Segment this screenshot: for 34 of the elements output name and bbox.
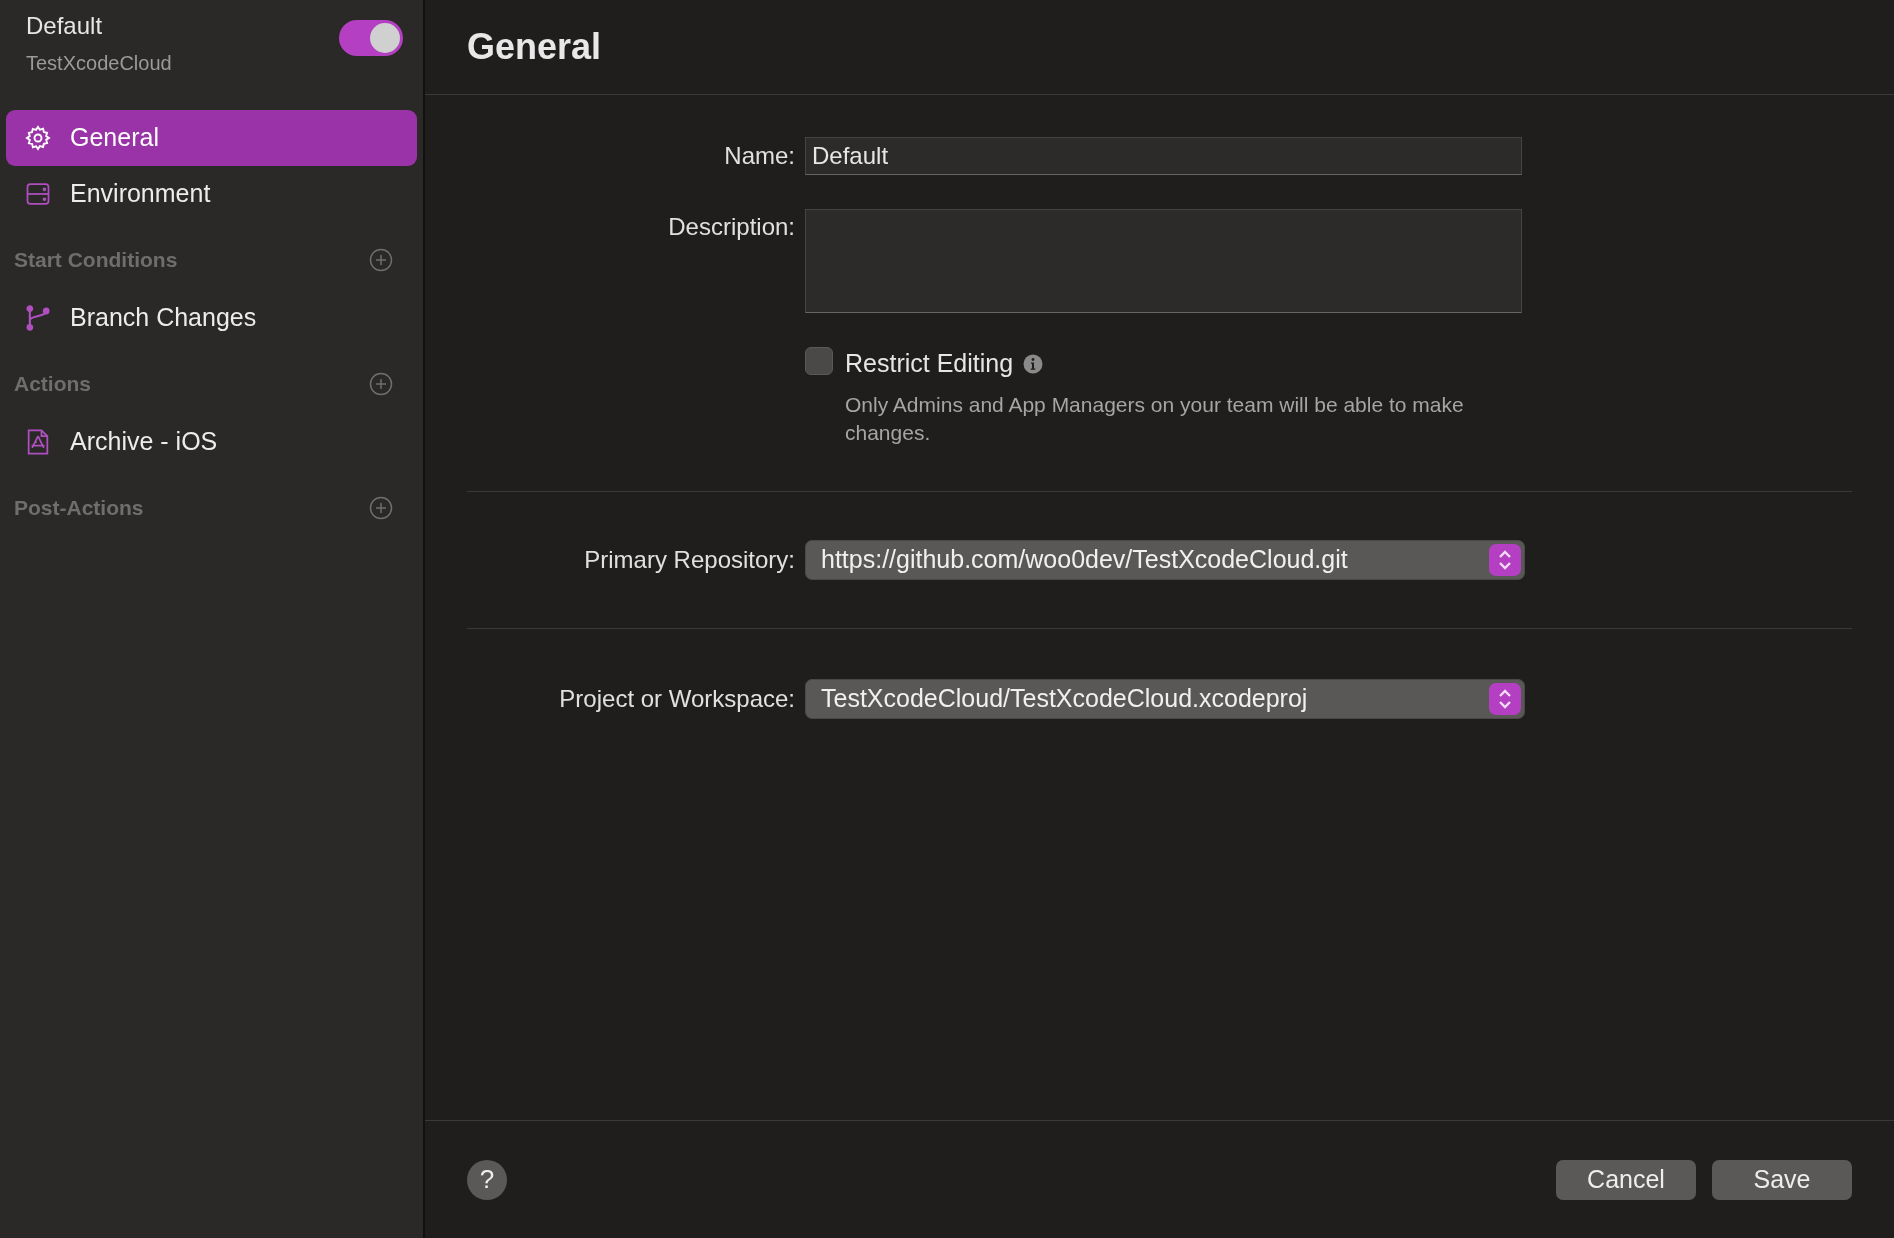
sidebar-item[interactable]: General [6, 110, 417, 166]
chevron-up-down-icon [1489, 543, 1521, 576]
cancel-button[interactable]: Cancel [1556, 1159, 1696, 1200]
section-header: Post-Actions [14, 495, 144, 522]
section-header: Start Conditions [14, 247, 178, 274]
chevron-up-down-icon [1489, 682, 1521, 715]
restrict-checkbox[interactable] [805, 347, 833, 375]
sidebar-item[interactable]: Branch Changes [6, 290, 417, 346]
repository-popup[interactable]: https://github.com/woo0dev/TestXcodeCloud.git [805, 539, 1525, 580]
section-header: Actions [14, 371, 91, 398]
gear-icon [24, 124, 52, 152]
checkbox-label: Restrict Editing [845, 348, 1014, 379]
field-label: Description: [668, 213, 795, 240]
field-label: Name: [724, 142, 795, 169]
name-field[interactable]: Default [805, 137, 1522, 175]
project-popup[interactable]: TestXcodeCloud/TestXcodeCloud.xcodeproj [805, 678, 1525, 719]
save-button[interactable]: Save [1712, 1159, 1852, 1200]
add-icon[interactable] [369, 496, 393, 520]
sidebar-item[interactable]: Environment [6, 166, 417, 222]
sidebar-item[interactable]: Archive - iOS [6, 414, 417, 470]
field-label: Primary Repository: [584, 545, 795, 573]
branch-icon [24, 304, 52, 332]
restrict-note: Only Admins and App Managers on your team will be able to make changes. [845, 391, 1465, 446]
drive-icon [24, 180, 52, 208]
description-field[interactable] [805, 209, 1522, 313]
enable-toggle[interactable] [339, 20, 403, 56]
page-title: General [467, 25, 602, 69]
workflow-title: Default [26, 11, 104, 41]
help-button[interactable]: ? [467, 1159, 507, 1200]
field-label: Project or Workspace: [559, 684, 795, 712]
add-icon[interactable] [369, 248, 393, 272]
workflow-subtitle: TestXcodeCloud [26, 51, 172, 76]
add-icon[interactable] [369, 372, 393, 396]
info-icon[interactable] [1023, 353, 1044, 374]
